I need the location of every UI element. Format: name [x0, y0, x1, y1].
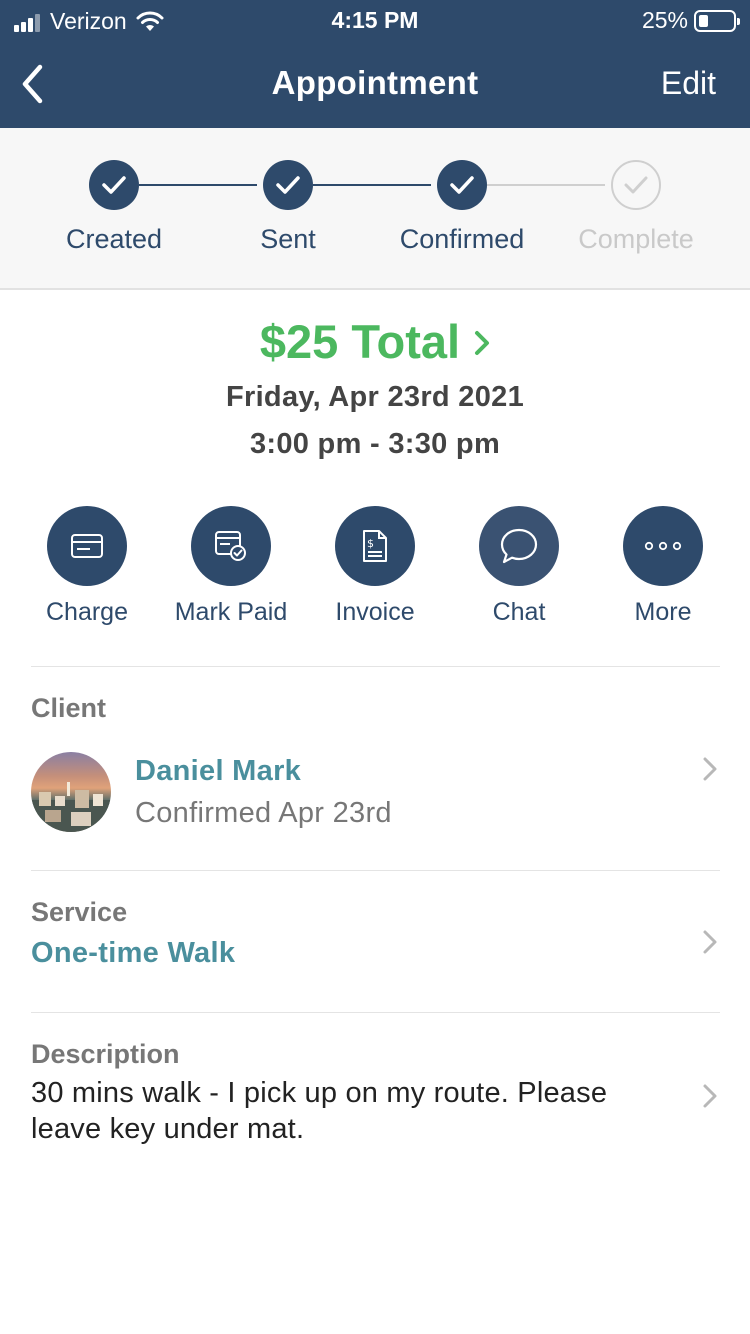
- charge-button[interactable]: Charge: [12, 506, 162, 627]
- client-name: Daniel Mark: [135, 755, 302, 787]
- receipt-check-icon: [191, 506, 271, 586]
- description-text: 30 mins walk - I pick up on my route. Pl…: [31, 1077, 608, 1145]
- step-label-complete: Complete: [578, 224, 694, 254]
- battery-icon: [694, 9, 740, 32]
- progress-stepper: Created Sent Confirmed Complete: [0, 128, 750, 290]
- divider: [31, 666, 720, 667]
- total-amount-link[interactable]: $25 Total: [0, 314, 750, 373]
- status-right: 25%: [641, 7, 740, 34]
- appointment-time: 3:00 pm - 3:30 pm: [249, 428, 501, 460]
- step-label-created: Created: [65, 224, 163, 254]
- appointment-date: Friday, Apr 23rd 2021: [225, 381, 525, 413]
- card-icon: [47, 506, 127, 586]
- chat-label: Chat: [492, 598, 546, 626]
- charge-label: Charge: [46, 598, 128, 626]
- step-label-confirmed: Confirmed: [399, 224, 525, 254]
- client-avatar: [31, 752, 111, 832]
- chevron-right-icon: [703, 757, 717, 781]
- divider: [31, 1012, 720, 1013]
- step-complete-check-icon: [611, 160, 661, 210]
- battery-percent: 25%: [641, 7, 688, 33]
- chat-bubble-icon: [479, 506, 559, 586]
- client-section-label: Client: [31, 693, 107, 723]
- chevron-right-icon: [474, 312, 490, 367]
- more-button[interactable]: More: [588, 506, 738, 627]
- service-section-label: Service: [31, 897, 128, 927]
- nav-bar: Appointment Edit: [0, 40, 750, 128]
- step-sent-check-icon: [263, 160, 313, 210]
- step-confirmed-check-icon: [437, 160, 487, 210]
- step-created-check-icon: [89, 160, 139, 210]
- step-connector: [487, 184, 605, 186]
- invoice-label: Invoice: [335, 598, 415, 626]
- page-title: Appointment: [271, 64, 479, 101]
- status-time: 4:15 PM: [331, 7, 419, 33]
- invoice-icon: $: [335, 506, 415, 586]
- description-section-label: Description: [31, 1039, 180, 1069]
- total-amount: $25 Total: [259, 315, 461, 368]
- step-connector: [313, 184, 431, 186]
- app-header: Verizon 4:15 PM 25% Appointment Edit: [0, 0, 750, 128]
- more-label: More: [634, 598, 692, 626]
- mark-paid-label: Mark Paid: [174, 598, 288, 626]
- edit-button[interactable]: Edit: [661, 65, 716, 102]
- invoice-button[interactable]: $ Invoice: [300, 506, 450, 627]
- chat-button[interactable]: Chat: [444, 506, 594, 627]
- service-name: One-time Walk: [31, 937, 236, 969]
- chevron-right-icon: [703, 1084, 717, 1108]
- divider: [31, 870, 720, 871]
- status-bar: Verizon 4:15 PM 25%: [0, 0, 750, 40]
- step-connector: [139, 184, 257, 186]
- svg-text:$: $: [367, 537, 374, 550]
- client-status: Confirmed Apr 23rd: [135, 797, 392, 829]
- mark-paid-button[interactable]: Mark Paid: [156, 506, 306, 627]
- ellipsis-icon: [623, 506, 703, 586]
- step-label-sent: Sent: [260, 224, 316, 254]
- chevron-right-icon: [703, 930, 717, 954]
